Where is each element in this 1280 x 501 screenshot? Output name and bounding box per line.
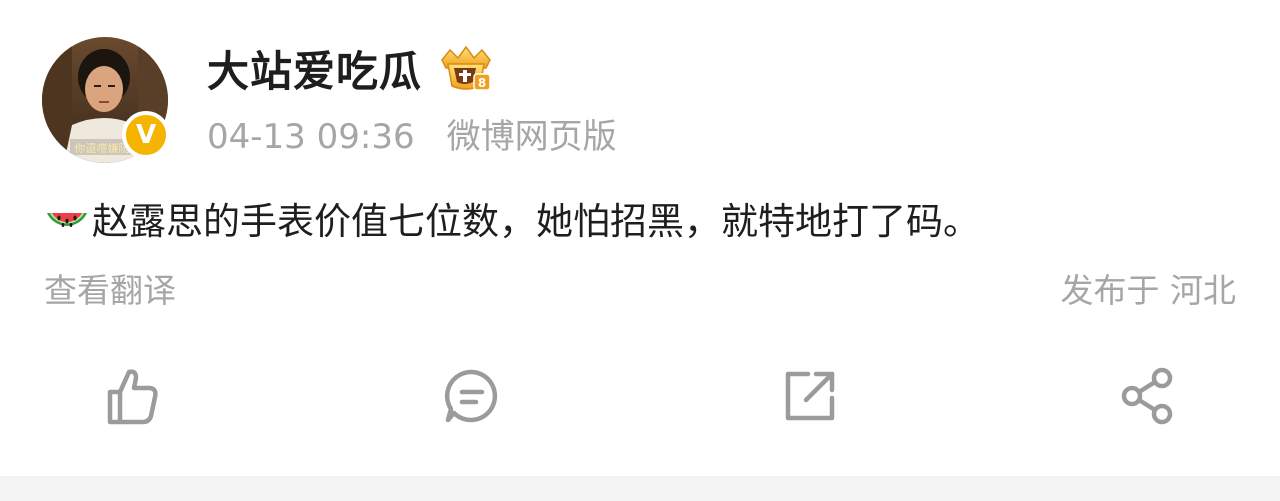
repost-button[interactable] (778, 364, 842, 428)
weibo-post-card: 你還嚐嫌阮 V 大站爱吃瓜 8 04-13 09:36 微博网页版 赵露思的手表… (0, 0, 1280, 501)
card-separator (0, 476, 1280, 501)
post-timestamp: 04-13 09:36 (207, 117, 415, 157)
watermelon-icon (44, 199, 90, 245)
post-content: 赵露思的手表价值七位数，她怕招黑，就特地打了码。 (44, 192, 980, 252)
like-button[interactable] (100, 364, 164, 428)
action-bar (0, 356, 1280, 436)
crown-icon[interactable]: 8 (436, 44, 496, 94)
avatar-caption: 你還嚐嫌阮 (75, 141, 130, 155)
post-meta: 04-13 09:36 微博网页版 (207, 112, 617, 162)
comment-icon (444, 369, 498, 423)
repost-icon (785, 371, 835, 421)
verified-badge: V (122, 111, 170, 159)
share-icon (1121, 367, 1173, 425)
share-button[interactable] (1116, 364, 1180, 428)
post-text: 赵露思的手表价值七位数，她怕招黑，就特地打了码。 (92, 200, 980, 243)
post-source[interactable]: 微博网页版 (447, 117, 617, 157)
author-name[interactable]: 大站爱吃瓜 (207, 40, 422, 104)
post-location: 发布于 河北 (1060, 271, 1237, 310)
translate-link[interactable]: 查看翻译 (44, 266, 176, 316)
badge-level: 8 (478, 76, 486, 90)
author-avatar-container[interactable]: 你還嚐嫌阮 V (42, 37, 170, 163)
comment-button[interactable] (440, 364, 504, 428)
thumbs-up-icon (107, 369, 158, 425)
